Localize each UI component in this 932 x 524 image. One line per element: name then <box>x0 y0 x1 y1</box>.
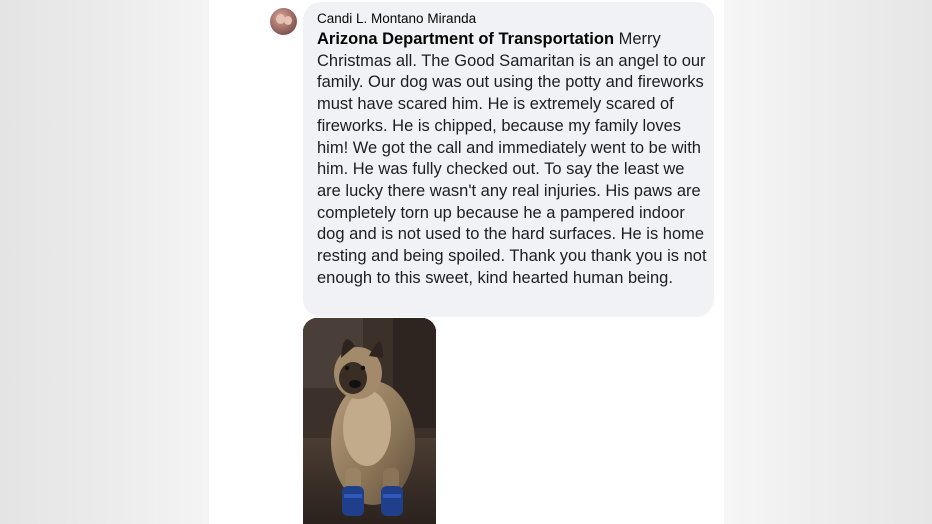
comment-body: Merry Christmas all. The Good Samaritan … <box>317 30 707 287</box>
profile-avatar-icon[interactable] <box>270 8 297 35</box>
right-background <box>724 0 932 524</box>
dog-photo[interactable] <box>303 318 436 524</box>
dog-photo-image <box>303 318 436 524</box>
left-background <box>0 0 209 524</box>
comment-author-link[interactable]: Candi L. Montano Miranda <box>317 11 476 26</box>
mention-link[interactable]: Arizona Department of Transportation <box>317 30 614 48</box>
comment-text: Arizona Department of Transportation Mer… <box>317 29 709 289</box>
